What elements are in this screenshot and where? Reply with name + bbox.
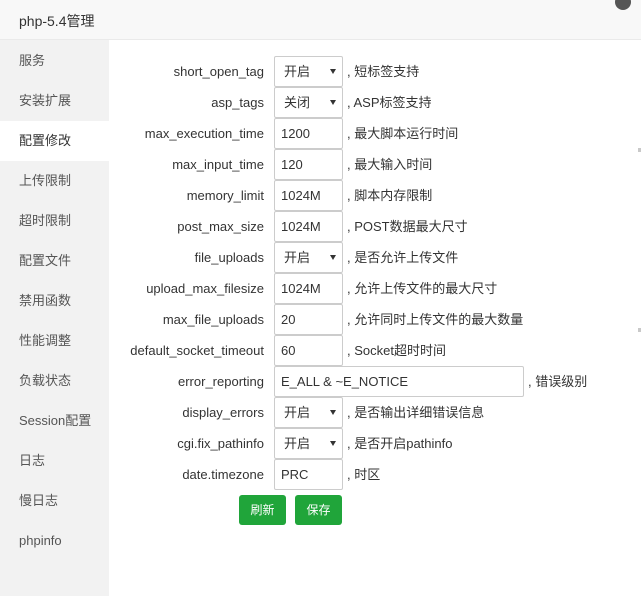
sidebar-item-service[interactable]: 服务 [0, 41, 109, 81]
sidebar-item-session-config[interactable]: Session配置 [0, 401, 109, 441]
setting-label: default_socket_timeout [130, 343, 264, 358]
setting-row-max-execution-time: max_execution_time , 最大脚本运行时间 [109, 118, 641, 149]
select-value: 开启 [284, 64, 311, 79]
setting-row-default-socket-timeout: default_socket_timeout , Socket超时时间 [109, 335, 641, 366]
setting-description: , POST数据最大尺寸 [347, 219, 468, 234]
setting-description: , 最大输入时间 [347, 157, 433, 172]
setting-label: max_execution_time [144, 126, 264, 141]
select-value: 开启 [284, 250, 311, 265]
display-errors-select[interactable]: 开启 [274, 397, 343, 428]
setting-description: , 错误级别 [528, 374, 588, 389]
upload-max-filesize-input[interactable] [274, 273, 343, 304]
sidebar: 服务 安装扩展 配置修改 上传限制 超时限制 配置文件 禁用函数 性能调整 负载… [0, 40, 109, 596]
setting-description: , 短标签支持 [347, 64, 420, 79]
max-execution-time-input[interactable] [274, 118, 343, 149]
date-timezone-input[interactable] [274, 459, 343, 490]
sidebar-item-performance[interactable]: 性能调整 [0, 321, 109, 361]
sidebar-item-load-status[interactable]: 负载状态 [0, 361, 109, 401]
file-uploads-select[interactable]: 开启 [274, 242, 343, 273]
setting-label: error_reporting [178, 374, 264, 389]
sidebar-item-config-modify[interactable]: 配置修改 [0, 121, 109, 161]
max-file-uploads-input[interactable] [274, 304, 343, 335]
setting-row-display-errors: display_errors 开启 , 是否输出详细错误信息 [109, 397, 641, 428]
setting-row-cgi-fix-pathinfo: cgi.fix_pathinfo 开启 , 是否开启pathinfo [109, 428, 641, 459]
setting-label: max_input_time [172, 157, 264, 172]
setting-row-max-input-time: max_input_time , 最大输入时间 [109, 149, 641, 180]
default-socket-timeout-input[interactable] [274, 335, 343, 366]
save-button[interactable]: 保存 [295, 495, 342, 525]
setting-label: max_file_uploads [162, 312, 264, 327]
setting-row-short-open-tag: short_open_tag 开启 , 短标签支持 [109, 56, 641, 87]
short-open-tag-select[interactable]: 开启 [274, 56, 343, 87]
cgi-fix-pathinfo-select[interactable]: 开启 [274, 428, 343, 459]
setting-description: , 是否输出详细错误信息 [347, 405, 485, 420]
chevron-down-icon [330, 410, 336, 415]
setting-row-date-timezone: date.timezone , 时区 [109, 459, 641, 490]
refresh-button[interactable]: 刷新 [239, 495, 286, 525]
sidebar-item-phpinfo[interactable]: phpinfo [0, 521, 109, 561]
setting-label: cgi.fix_pathinfo [177, 436, 264, 451]
setting-row-asp-tags: asp_tags 关闭 , ASP标签支持 [109, 87, 641, 118]
sidebar-item-config-file[interactable]: 配置文件 [0, 241, 109, 281]
error-reporting-input[interactable] [274, 366, 524, 397]
setting-description: , 允许同时上传文件的最大数量 [347, 312, 524, 327]
close-icon[interactable] [615, 0, 631, 10]
select-value: 关闭 [284, 95, 311, 110]
setting-row-file-uploads: file_uploads 开启 , 是否允许上传文件 [109, 242, 641, 273]
chevron-down-icon [330, 441, 336, 446]
setting-label: upload_max_filesize [146, 281, 264, 296]
sidebar-item-install-extension[interactable]: 安装扩展 [0, 81, 109, 121]
sidebar-item-upload-limit[interactable]: 上传限制 [0, 161, 109, 201]
setting-description: , 最大脚本运行时间 [347, 126, 459, 141]
setting-row-post-max-size: post_max_size , POST数据最大尺寸 [109, 211, 641, 242]
sidebar-item-disabled-functions[interactable]: 禁用函数 [0, 281, 109, 321]
setting-description: , 时区 [347, 467, 381, 482]
setting-label: file_uploads [194, 250, 264, 265]
chevron-down-icon [330, 255, 336, 260]
setting-label: short_open_tag [173, 64, 264, 79]
setting-description: , 脚本内存限制 [347, 188, 433, 203]
select-value: 开启 [284, 405, 311, 420]
setting-label: memory_limit [186, 188, 264, 203]
chevron-down-icon [330, 100, 336, 105]
setting-description: , 是否允许上传文件 [347, 250, 459, 265]
chevron-down-icon [330, 69, 336, 74]
sidebar-item-slow-log[interactable]: 慢日志 [0, 481, 109, 521]
post-max-size-input[interactable] [274, 211, 343, 242]
window-title: php-5.4管理 [19, 13, 95, 29]
setting-row-error-reporting: error_reporting , 错误级别 [109, 366, 641, 397]
setting-row-upload-max-filesize: upload_max_filesize , 允许上传文件的最大尺寸 [109, 273, 641, 304]
setting-description: , 是否开启pathinfo [347, 436, 453, 451]
setting-row-max-file-uploads: max_file_uploads , 允许同时上传文件的最大数量 [109, 304, 641, 335]
sidebar-item-timeout-limit[interactable]: 超时限制 [0, 201, 109, 241]
window-titlebar: php-5.4管理 [0, 0, 641, 40]
memory-limit-input[interactable] [274, 180, 343, 211]
asp-tags-select[interactable]: 关闭 [274, 87, 343, 118]
sidebar-item-log[interactable]: 日志 [0, 441, 109, 481]
setting-row-memory-limit: memory_limit , 脚本内存限制 [109, 180, 641, 211]
select-value: 开启 [284, 436, 311, 451]
setting-label: post_max_size [177, 219, 264, 234]
setting-description: , ASP标签支持 [347, 95, 432, 110]
max-input-time-input[interactable] [274, 149, 343, 180]
setting-description: , 允许上传文件的最大尺寸 [347, 281, 498, 296]
setting-label: date.timezone [182, 467, 264, 482]
setting-label: asp_tags [211, 95, 264, 110]
setting-label: display_errors [182, 405, 264, 420]
setting-description: , Socket超时时间 [347, 343, 446, 358]
